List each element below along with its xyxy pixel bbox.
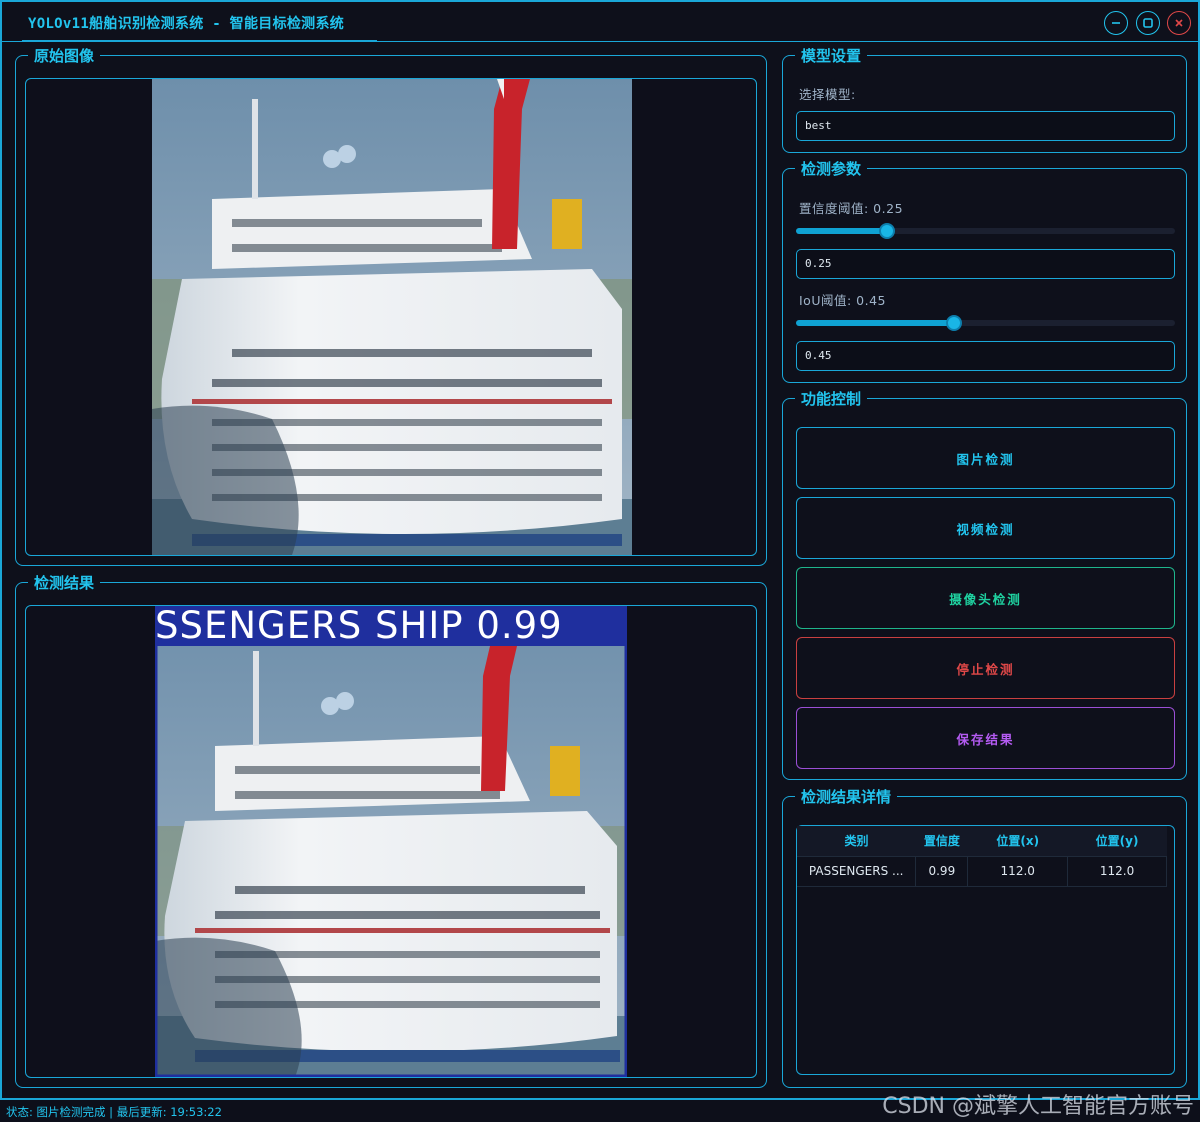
confidence-label: 置信度阈值: 0.25 (799, 201, 904, 216)
detection-params-title: 检测参数 (795, 159, 868, 179)
original-image-panel: 原始图像 (15, 46, 767, 566)
detection-result-title: 检测结果 (28, 573, 101, 593)
model-settings-title: 模型设置 (795, 46, 868, 66)
detection-result-frame: SSENGERS SHIP 0.99 (25, 605, 757, 1078)
maximize-button[interactable] (1136, 11, 1160, 35)
function-control-panel: 功能控制 图片检测 视频检测 摄像头检测 停止检测 保存结果 (782, 389, 1187, 780)
original-ship-image (152, 79, 632, 555)
cell-position-y: 112.0 (1067, 856, 1167, 887)
close-button[interactable] (1167, 11, 1191, 35)
minimize-icon (1112, 22, 1120, 24)
function-control-title: 功能控制 (795, 389, 868, 409)
confidence-slider-fill (796, 228, 887, 234)
close-icon (1175, 19, 1183, 27)
detection-details-panel: 检测结果详情 类别 置信度 位置(x) 位置(y) PASSENGERS ...… (782, 787, 1187, 1088)
title-underline (22, 40, 377, 42)
model-settings-panel: 模型设置 选择模型: best (782, 46, 1187, 153)
camera-detect-button[interactable]: 摄像头检测 (796, 567, 1175, 629)
watermark: CSDN @斌擎人工智能官方账号 (882, 1094, 1194, 1119)
details-table: 类别 置信度 位置(x) 位置(y) PASSENGERS ... 0.99 1… (797, 826, 1167, 887)
app-window: YOLOv11船舶识别检测系统 - 智能目标检测系统 原始图像 检测结果 SSE… (0, 0, 1200, 1100)
detection-params-panel: 检测参数 置信度阈值: 0.25 0.25 IoU阈值: 0.45 0.45 (782, 159, 1187, 383)
column-header-class[interactable]: 类别 (797, 826, 916, 857)
maximize-icon (1143, 18, 1153, 28)
minimize-button[interactable] (1104, 11, 1128, 35)
save-result-button[interactable]: 保存结果 (796, 707, 1175, 769)
result-ship-image (155, 606, 627, 1077)
select-model-label: 选择模型: (799, 87, 856, 102)
iou-slider-handle[interactable] (946, 315, 962, 331)
detection-box-label: SSENGERS SHIP 0.99 (155, 606, 563, 646)
model-select[interactable]: best (796, 111, 1175, 141)
column-header-confidence[interactable]: 置信度 (915, 826, 968, 857)
iou-input[interactable]: 0.45 (796, 341, 1175, 371)
cell-position-x: 112.0 (967, 856, 1069, 887)
original-image-frame (25, 78, 757, 556)
column-header-position-x[interactable]: 位置(x) (967, 826, 1068, 857)
confidence-slider-handle[interactable] (879, 223, 895, 239)
iou-label: IoU阈值: 0.45 (799, 293, 887, 308)
details-table-header: 类别 置信度 位置(x) 位置(y) (797, 826, 1167, 857)
confidence-slider[interactable] (796, 223, 1175, 239)
iou-slider[interactable] (796, 315, 1175, 331)
original-image-title: 原始图像 (28, 46, 101, 66)
cell-confidence: 0.99 (915, 856, 969, 887)
cell-class: PASSENGERS ... (797, 856, 917, 887)
video-detect-button[interactable]: 视频检测 (796, 497, 1175, 559)
column-header-position-y[interactable]: 位置(y) (1067, 826, 1167, 857)
detection-result-panel: 检测结果 SSENGERS SHIP 0.99 (15, 573, 767, 1088)
confidence-input[interactable]: 0.25 (796, 249, 1175, 279)
iou-slider-fill (796, 320, 954, 326)
title-bar: YOLOv11船舶识别检测系统 - 智能目标检测系统 (2, 2, 1198, 42)
window-title: YOLOv11船舶识别检测系统 - 智能目标检测系统 (28, 16, 345, 32)
detection-details-title: 检测结果详情 (795, 787, 898, 807)
stop-detect-button[interactable]: 停止检测 (796, 637, 1175, 699)
table-row[interactable]: PASSENGERS ... 0.99 112.0 112.0 (797, 856, 1167, 887)
image-detect-button[interactable]: 图片检测 (796, 427, 1175, 489)
